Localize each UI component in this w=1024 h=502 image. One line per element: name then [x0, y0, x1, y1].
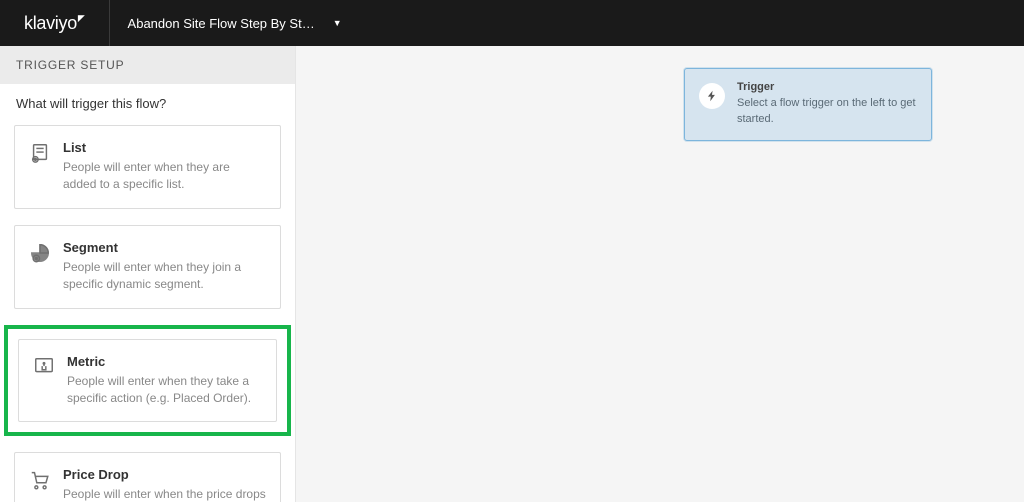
main-area: TRIGGER SETUP What will trigger this flo…	[0, 46, 1024, 502]
node-desc: Select a flow trigger on the left to get…	[737, 96, 917, 128]
metric-icon	[33, 356, 55, 378]
trigger-option-list[interactable]: List People will enter when they are add…	[14, 125, 281, 209]
trigger-node[interactable]: Trigger Select a flow trigger on the lef…	[684, 68, 932, 141]
trigger-title: Price Drop	[63, 467, 266, 482]
flow-canvas[interactable]: Trigger Select a flow trigger on the lef…	[296, 46, 1024, 502]
sidebar: TRIGGER SETUP What will trigger this flo…	[0, 46, 296, 502]
node-text: Trigger Select a flow trigger on the lef…	[737, 81, 917, 128]
flow-selector-dropdown[interactable]: Abandon Site Flow Step By St… ▼	[110, 0, 360, 46]
trigger-desc: People will enter when they take a speci…	[67, 373, 262, 408]
list-icon	[29, 142, 51, 164]
trigger-question: What will trigger this flow?	[16, 96, 281, 111]
node-title: Trigger	[737, 81, 917, 93]
trigger-desc: People will enter when they are added to…	[63, 159, 266, 194]
trigger-text: Segment People will enter when they join…	[63, 240, 266, 294]
price-drop-icon	[29, 469, 51, 491]
highlighted-trigger-wrap: Metric People will enter when they take …	[4, 325, 291, 437]
trigger-title: Metric	[67, 354, 262, 369]
caret-down-icon: ▼	[333, 18, 342, 28]
flow-title: Abandon Site Flow Step By St…	[128, 16, 315, 31]
sidebar-header: TRIGGER SETUP	[0, 46, 295, 84]
trigger-text: Metric People will enter when they take …	[67, 354, 262, 408]
trigger-option-segment[interactable]: Segment People will enter when they join…	[14, 225, 281, 309]
trigger-text: List People will enter when they are add…	[63, 140, 266, 194]
trigger-title: List	[63, 140, 266, 155]
sidebar-scroll[interactable]: What will trigger this flow? List People…	[0, 84, 295, 502]
logo[interactable]: klaviyo◤	[0, 0, 110, 46]
trigger-option-price-drop[interactable]: Price Drop People will enter when the pr…	[14, 452, 281, 502]
logo-text: klaviyo◤	[24, 13, 85, 34]
top-bar: klaviyo◤ Abandon Site Flow Step By St… ▼	[0, 0, 1024, 46]
lightning-icon	[699, 83, 725, 109]
trigger-desc: People will enter when they join a speci…	[63, 259, 266, 294]
trigger-text: Price Drop People will enter when the pr…	[63, 467, 266, 502]
trigger-title: Segment	[63, 240, 266, 255]
trigger-option-metric[interactable]: Metric People will enter when they take …	[18, 339, 277, 423]
trigger-desc: People will enter when the price drops o…	[63, 486, 266, 502]
segment-icon	[29, 242, 51, 264]
